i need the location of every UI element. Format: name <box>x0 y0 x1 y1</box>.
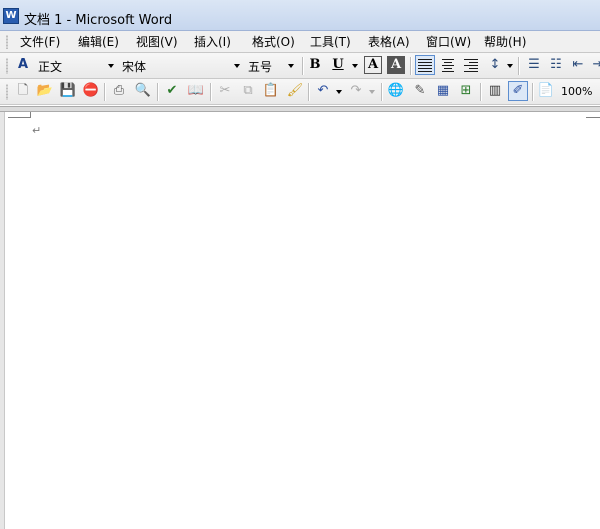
justify-icon <box>418 58 432 72</box>
copy-icon[interactable]: ⧉ <box>238 81 258 101</box>
zoom-combo[interactable]: 100% <box>558 82 600 101</box>
standard-toolbar-grip[interactable] <box>6 84 8 100</box>
print-preview-icon[interactable]: 🔍 <box>133 81 153 101</box>
insert-excel-icon[interactable]: ⊞ <box>456 81 476 101</box>
separator <box>157 83 158 101</box>
margin-corner-mark-v <box>30 112 31 118</box>
line-spacing-dropdown-icon[interactable] <box>507 64 513 68</box>
save-icon[interactable]: 💾 <box>58 81 78 101</box>
redo-dropdown-icon[interactable] <box>369 90 375 94</box>
style-dropdown-icon[interactable] <box>108 64 114 68</box>
undo-icon[interactable]: ↶ <box>313 81 333 101</box>
hyperlink-icon[interactable]: 🌐 <box>386 81 406 101</box>
line-spacing-icon[interactable]: ↕ <box>485 55 505 75</box>
print-icon[interactable]: ⎙ <box>109 81 129 101</box>
format-painter-icon[interactable]: 🖌 <box>285 81 305 101</box>
font-size-dropdown-icon[interactable] <box>288 64 294 68</box>
standard-toolbar: 🗋 📂 💾 ⛔ ⎙ 🔍 ✔ 📖 ✂ ⧉ 📋 🖌 ↶ ↷ 🌐 ✎ ▦ ⊞ ▥ ✐ … <box>0 79 600 105</box>
styles-and-formatting-icon[interactable]: A <box>13 55 33 75</box>
menu-view[interactable]: 视图(V) <box>134 34 180 50</box>
new-document-icon[interactable]: 🗋 <box>13 81 33 101</box>
character-shading-button[interactable]: A <box>387 56 405 74</box>
menu-help[interactable]: 帮助(H) <box>482 34 528 50</box>
bold-button[interactable]: B <box>306 56 324 74</box>
margin-corner-mark-right <box>586 117 600 118</box>
open-folder-icon[interactable]: 📂 <box>35 81 55 101</box>
underline-dropdown-icon[interactable] <box>352 64 358 68</box>
title-bar: W 文档 1 - Microsoft Word <box>0 0 600 31</box>
formatting-toolbar-grip[interactable] <box>6 58 8 74</box>
align-right-icon[interactable] <box>464 58 478 72</box>
cut-icon[interactable]: ✂ <box>215 81 235 101</box>
font-size-combo[interactable]: 五号 <box>246 56 298 75</box>
increase-indent-icon[interactable]: ⇥ <box>588 55 600 75</box>
top-page-edge <box>0 106 600 112</box>
style-value: 正文 <box>38 60 63 74</box>
align-center-icon[interactable] <box>441 58 455 72</box>
permission-icon[interactable]: ⛔ <box>81 81 101 101</box>
separator <box>104 83 105 101</box>
separator <box>381 83 382 101</box>
drawing-icon[interactable]: ✐ <box>508 81 528 101</box>
decrease-indent-icon[interactable]: ⇤ <box>568 55 588 75</box>
separator <box>532 83 533 101</box>
menu-bar: 文件(F) 编辑(E) 视图(V) 插入(I) 格式(O) 工具(T) 表格(A… <box>0 31 600 53</box>
separator <box>308 83 309 101</box>
paste-icon[interactable]: 📋 <box>261 81 281 101</box>
formatting-toolbar: A 正文 宋体 五号 B U A A ↕ ☰ ☷ ⇤ ⇥ <box>0 53 600 79</box>
font-combo[interactable]: 宋体 <box>120 56 242 75</box>
insert-table-icon[interactable]: ▦ <box>433 81 453 101</box>
research-icon[interactable]: 📖 <box>186 81 206 101</box>
menu-edit[interactable]: 编辑(E) <box>76 34 121 50</box>
separator <box>210 83 211 101</box>
menu-format[interactable]: 格式(O) <box>250 34 297 50</box>
underline-button[interactable]: U <box>329 56 347 74</box>
menu-insert[interactable]: 插入(I) <box>192 34 233 50</box>
separator <box>410 57 411 75</box>
font-value: 宋体 <box>122 60 147 74</box>
menu-tools[interactable]: 工具(T) <box>308 34 353 50</box>
menu-table[interactable]: 表格(A) <box>366 34 412 50</box>
columns-icon[interactable]: ▥ <box>485 81 505 101</box>
character-border-button[interactable]: A <box>364 56 382 74</box>
left-margin-bar <box>0 112 5 529</box>
separator <box>480 83 481 101</box>
menu-file[interactable]: 文件(F) <box>18 34 62 50</box>
spelling-icon[interactable]: ✔ <box>162 81 182 101</box>
undo-dropdown-icon[interactable] <box>336 90 342 94</box>
separator <box>302 57 303 75</box>
justify-button[interactable] <box>415 55 435 75</box>
read-icon[interactable]: 📄 <box>536 81 556 101</box>
menu-grip[interactable] <box>6 35 8 49</box>
word-doc-icon[interactable]: W <box>3 8 19 24</box>
style-combo[interactable]: 正文 <box>36 56 118 75</box>
document-area[interactable] <box>0 106 600 529</box>
tables-and-borders-icon[interactable]: ✎ <box>410 81 430 101</box>
font-size-value: 五号 <box>248 60 273 74</box>
paragraph-mark: ↵ <box>32 124 42 137</box>
bullets-icon[interactable]: ☷ <box>546 55 566 75</box>
font-dropdown-icon[interactable] <box>234 64 240 68</box>
numbering-icon[interactable]: ☰ <box>524 55 544 75</box>
separator <box>518 57 519 75</box>
window-title: 文档 1 - Microsoft Word <box>24 13 173 28</box>
menu-window[interactable]: 窗口(W) <box>424 34 473 50</box>
redo-icon[interactable]: ↷ <box>346 81 366 101</box>
margin-corner-mark-h <box>8 117 30 118</box>
